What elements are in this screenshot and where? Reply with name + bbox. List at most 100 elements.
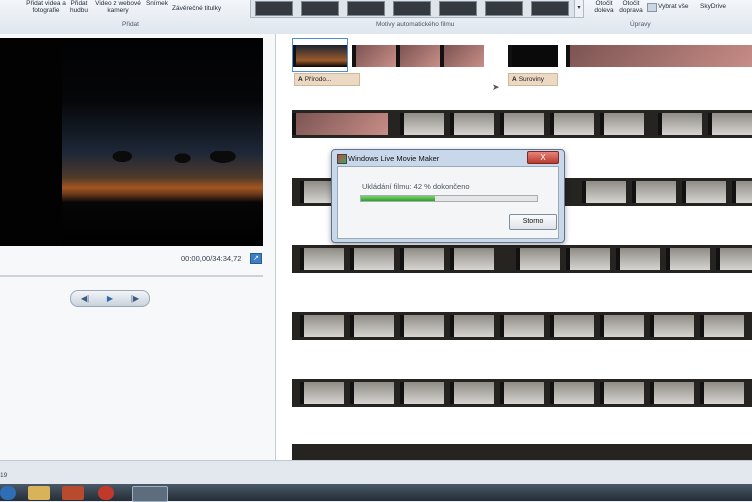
play-icon[interactable]: ▶ (99, 292, 121, 305)
rotate-right-button[interactable]: Otočit doprava (617, 0, 645, 14)
browser-icon[interactable] (98, 486, 114, 500)
theme-thumb[interactable] (485, 1, 523, 16)
clip-thumbnail[interactable] (600, 382, 644, 404)
caption-label: Přírodo... (304, 76, 332, 83)
clip-thumbnail[interactable] (300, 382, 344, 404)
next-frame-icon[interactable]: |▶ (124, 292, 146, 305)
clip-thumbnail[interactable] (440, 45, 484, 67)
clip-thumbnail[interactable] (450, 315, 494, 337)
rotate-left-button[interactable]: Otočit doleva (592, 0, 616, 14)
themes-group-label: Motivy automatického filmu (376, 21, 455, 28)
theme-thumb[interactable] (347, 1, 385, 16)
theme-thumb[interactable] (393, 1, 431, 16)
clip-thumbnail[interactable] (450, 113, 494, 135)
mouse-cursor-icon: ➤ (492, 82, 500, 92)
clip-row (292, 42, 752, 70)
caption-clip[interactable]: A Suroviny (508, 73, 558, 86)
clip-thumbnail[interactable] (400, 248, 444, 270)
clip-row (292, 110, 752, 138)
clip-thumbnail[interactable] (600, 113, 644, 135)
previous-frame-icon[interactable]: ◀| (74, 292, 96, 305)
clip-thumbnail[interactable] (582, 181, 626, 203)
add-music-button[interactable]: Přidat hudbu (66, 0, 92, 14)
media-player-icon[interactable] (62, 486, 84, 500)
clip-thumbnail[interactable] (550, 113, 594, 135)
clip-thumbnail[interactable] (700, 315, 744, 337)
clip-thumbnail[interactable] (666, 248, 710, 270)
clip-thumbnail[interactable] (300, 315, 344, 337)
theme-thumb[interactable] (439, 1, 477, 16)
clip-thumbnail[interactable] (350, 248, 394, 270)
select-all-icon (647, 3, 657, 12)
clip-thumbnail[interactable] (300, 248, 344, 270)
clip-thumbnail[interactable] (500, 315, 544, 337)
clip-thumbnail[interactable] (566, 248, 610, 270)
clip-row (292, 379, 752, 407)
clip-thumbnail[interactable] (650, 315, 694, 337)
webcam-video-button[interactable]: Video z webové kamery (92, 0, 144, 14)
clip-thumbnail[interactable] (450, 248, 494, 270)
select-all-button[interactable]: Vybrat vše (658, 3, 694, 10)
caption-clip[interactable]: A Přírodo... (294, 73, 360, 86)
clip-thumbnail[interactable] (682, 181, 726, 203)
timecode: 00:00,00/34:34,72 (181, 254, 242, 263)
chevron-down-icon[interactable]: ▾ (574, 0, 583, 17)
clip-thumbnail[interactable] (450, 382, 494, 404)
preview-pane: 00:00,00/34:34,72 ↗ ◀| ▶ |▶ (0, 34, 276, 460)
clip-thumbnail[interactable] (650, 382, 694, 404)
skydrive-button[interactable]: SkyDrive (700, 3, 726, 10)
clip-thumbnail[interactable] (566, 45, 752, 67)
progress-bar (360, 195, 538, 202)
theme-thumb[interactable] (255, 1, 293, 16)
clip-thumbnail[interactable] (732, 181, 752, 203)
theme-gallery[interactable]: ▾ (250, 0, 584, 18)
credits-button[interactable]: Závěrečné titulky (172, 5, 242, 12)
clip-thumbnail[interactable] (632, 181, 676, 203)
clip-thumbnail[interactable] (396, 45, 440, 67)
folder-icon[interactable] (28, 486, 50, 500)
clip-row (292, 312, 752, 340)
edit-group-label: Úpravy (630, 21, 651, 28)
clip-thumbnail[interactable] (700, 382, 744, 404)
clip-thumbnail[interactable] (352, 45, 396, 67)
clip-thumbnail[interactable] (508, 45, 558, 67)
close-button[interactable]: X (527, 151, 559, 164)
save-progress-dialog: Windows Live Movie Maker X Ukládání film… (331, 149, 565, 243)
start-icon[interactable] (0, 486, 16, 500)
clip-thumbnail[interactable] (292, 113, 388, 135)
clip-thumbnail[interactable] (400, 315, 444, 337)
clip-thumbnail[interactable] (400, 113, 444, 135)
theme-thumb[interactable] (301, 1, 339, 16)
video-preview[interactable] (0, 38, 263, 246)
clip-thumbnail[interactable] (600, 315, 644, 337)
selected-clip-outline (292, 38, 348, 72)
status-bar: 19 (0, 460, 752, 485)
theme-thumb[interactable] (531, 1, 569, 16)
cancel-button[interactable]: Storno (509, 214, 557, 230)
snapshot-button[interactable]: Snímek (144, 0, 170, 7)
clip-thumbnail[interactable] (500, 113, 544, 135)
fullscreen-icon[interactable]: ↗ (250, 253, 262, 264)
clip-thumbnail[interactable] (350, 315, 394, 337)
progress-fill (361, 196, 435, 201)
caption-icon: A (512, 76, 517, 83)
clip-thumbnail[interactable] (616, 248, 660, 270)
movie-maker-icon (337, 154, 347, 164)
clip-thumbnail[interactable] (658, 113, 702, 135)
clip-thumbnail[interactable] (550, 315, 594, 337)
clip-thumbnail[interactable] (550, 382, 594, 404)
clip-thumbnail[interactable] (350, 382, 394, 404)
add-group-label: Přidat (122, 21, 139, 28)
dialog-body: Ukládání filmu: 42 % dokončeno Storno (337, 166, 559, 239)
clip-thumbnail[interactable] (400, 382, 444, 404)
movie-maker-taskbar-icon[interactable] (132, 486, 168, 502)
clip-thumbnail[interactable] (716, 248, 752, 270)
clip-thumbnail[interactable] (500, 382, 544, 404)
status-text: 19 (0, 472, 8, 479)
clip-thumbnail[interactable] (516, 248, 560, 270)
add-videos-photos-button[interactable]: Přidat videa a fotografie (26, 0, 66, 14)
seek-bar[interactable] (0, 275, 263, 277)
caption-icon: A (298, 76, 303, 83)
clip-thumbnail[interactable] (708, 113, 752, 135)
taskbar (0, 484, 752, 502)
